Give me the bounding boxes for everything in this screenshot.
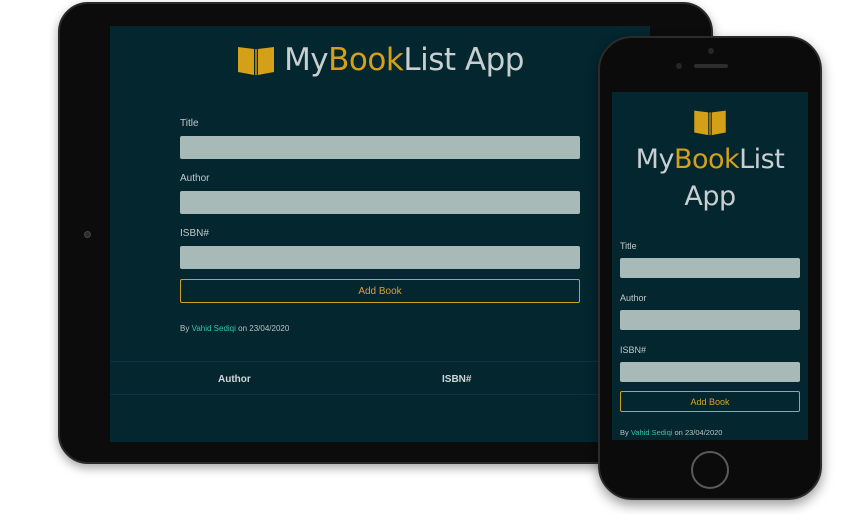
isbn-label: ISBN# bbox=[180, 228, 209, 239]
phone-byline-date: on 23/04/2020 bbox=[674, 428, 723, 437]
app-header: MyBookList App bbox=[110, 42, 650, 78]
phone-title-label: Title bbox=[620, 241, 637, 251]
book-open-icon bbox=[236, 44, 276, 76]
isbn-input[interactable] bbox=[180, 246, 580, 269]
phone-home-button bbox=[691, 451, 729, 489]
phone-isbn-input[interactable] bbox=[620, 362, 800, 382]
phone-screen: MyBookList App Title Author ISBN# Add Bo… bbox=[612, 92, 808, 440]
phone-app-header: MyBookList App bbox=[612, 108, 808, 215]
title-input[interactable] bbox=[180, 136, 580, 159]
phone-device: MyBookList App Title Author ISBN# Add Bo… bbox=[598, 36, 822, 500]
tablet-screen: MyBookList App Title Author ISBN# Add Bo… bbox=[110, 26, 650, 442]
book-open-icon bbox=[612, 108, 808, 136]
author-label: Author bbox=[180, 173, 210, 184]
tablet-camera bbox=[84, 231, 91, 238]
phone-sensor bbox=[676, 63, 682, 69]
author-link[interactable]: Vahid Sediqi bbox=[192, 324, 236, 333]
author-input[interactable] bbox=[180, 191, 580, 214]
phone-app-title: MyBookList App bbox=[635, 144, 785, 212]
add-book-button[interactable]: Add Book bbox=[180, 279, 580, 303]
phone-author-label: Author bbox=[620, 293, 647, 303]
phone-speaker bbox=[694, 64, 728, 68]
column-header-author: Author bbox=[218, 374, 251, 385]
byline-prefix: By bbox=[180, 324, 190, 333]
phone-author-link[interactable]: Vahid Sediqi bbox=[631, 428, 673, 437]
phone-author-input[interactable] bbox=[620, 310, 800, 330]
title-label: Title bbox=[180, 118, 199, 129]
phone-add-book-button[interactable]: Add Book bbox=[620, 391, 800, 412]
phone-isbn-label: ISBN# bbox=[620, 345, 647, 355]
phone-front-camera bbox=[708, 48, 714, 54]
add-book-form: Title Author ISBN# Add Book By Vahid Sed… bbox=[180, 118, 580, 333]
byline-date: on 23/04/2020 bbox=[238, 324, 290, 333]
phone-title-input[interactable] bbox=[620, 258, 800, 278]
phone-add-book-form: Title Author ISBN# Add Book By Vahid Sed… bbox=[620, 241, 800, 437]
phone-byline: By Vahid Sediqi on 23/04/2020 bbox=[620, 428, 800, 437]
book-table-header: Author ISBN# bbox=[110, 361, 650, 395]
byline: By Vahid Sediqi on 23/04/2020 bbox=[180, 324, 580, 333]
phone-byline-prefix: By bbox=[620, 428, 629, 437]
app-title: MyBookList App bbox=[284, 42, 524, 78]
column-header-isbn: ISBN# bbox=[442, 374, 472, 385]
